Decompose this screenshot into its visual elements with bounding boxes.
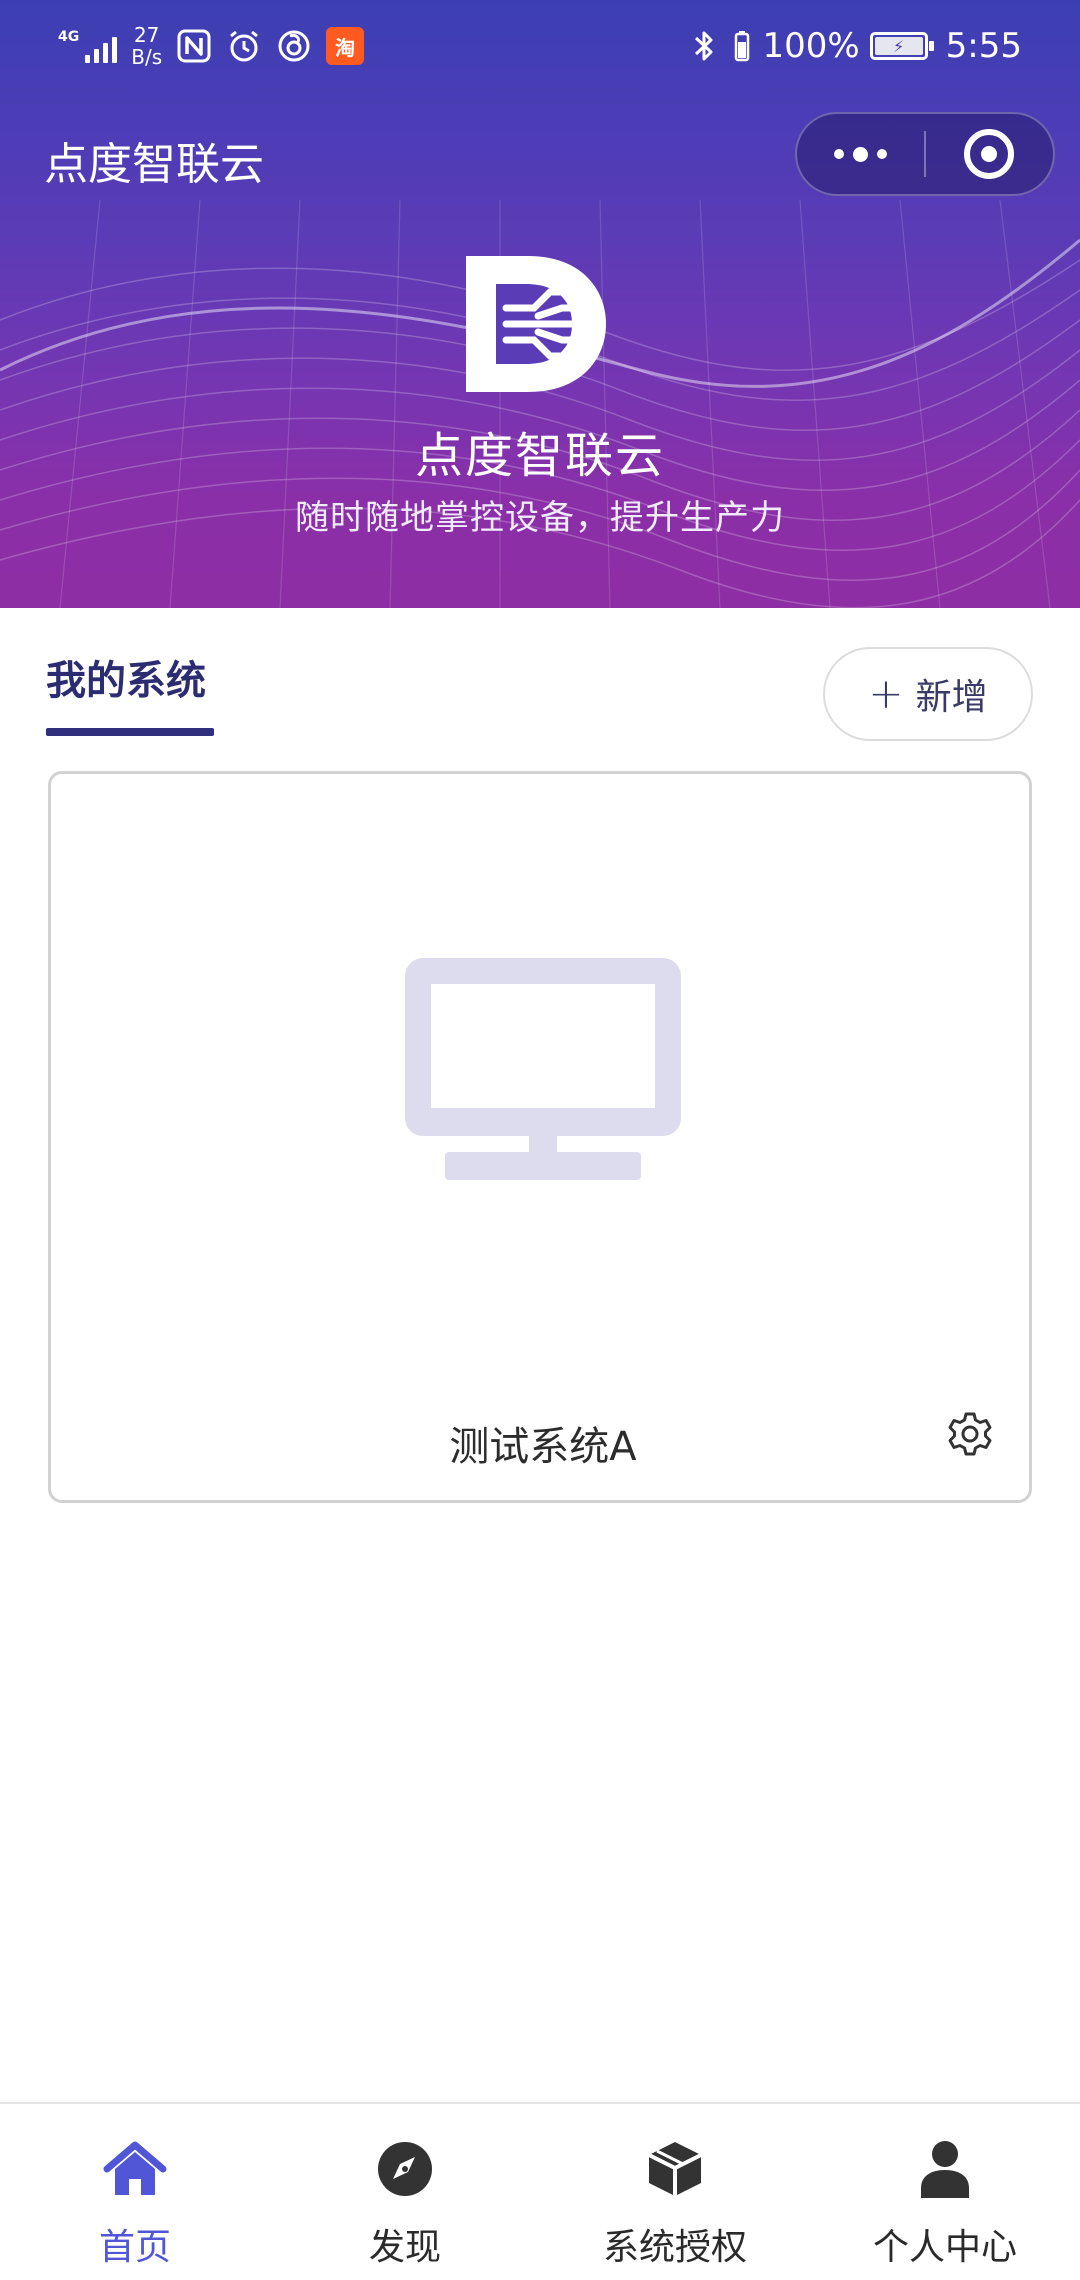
status-bar: 4G 27 B/s 淘 100% ⚡ 5:55 <box>0 0 1080 92</box>
tab-home[interactable]: 首页 <box>0 2104 270 2280</box>
header-banner: 4G 27 B/s 淘 100% ⚡ 5:55 点度智联云 点度智联云 随时随地… <box>0 0 1080 608</box>
battery-charging-icon: ⚡ <box>869 32 934 60</box>
more-dots-icon <box>834 146 887 162</box>
monitor-icon <box>405 958 681 1180</box>
section-title-underline <box>46 728 214 736</box>
mini-program-capsule <box>795 112 1055 196</box>
tab-home-label: 首页 <box>98 2227 171 2268</box>
taobao-icon-label: 淘 <box>335 35 356 60</box>
bottom-tab-bar: 首页 发现 系统授权 个人中心 <box>0 2102 1080 2280</box>
battery-saver-icon <box>732 28 752 64</box>
target-icon <box>964 129 1015 179</box>
tab-discover[interactable]: 发现 <box>270 2104 540 2280</box>
system-name: 测试系统A <box>449 1424 637 1470</box>
tab-discover-label: 发现 <box>368 2227 441 2268</box>
tab-authorization-label: 系统授权 <box>602 2227 747 2268</box>
add-system-label: 新增 <box>915 677 988 718</box>
hero-title: 点度智联云 <box>414 428 665 484</box>
box-icon <box>642 2138 708 2200</box>
network-speed-value: 27 <box>133 23 160 47</box>
tab-authorization[interactable]: 系统授权 <box>540 2104 810 2280</box>
hero-subtitle: 随时随地掌控设备，提升生产力 <box>295 498 785 538</box>
alarm-icon <box>226 28 262 64</box>
app-logo-icon <box>466 256 606 392</box>
tab-profile-label: 个人中心 <box>872 2227 1017 2268</box>
system-card[interactable]: 测试系统A <box>48 771 1032 1503</box>
close-mini-program-button[interactable] <box>926 112 1053 196</box>
compass-icon <box>372 2138 438 2200</box>
network-speed: 27 B/s <box>131 24 162 68</box>
section-title: 我的系统 <box>46 658 206 704</box>
more-options-button[interactable] <box>797 112 924 196</box>
person-icon <box>912 2138 978 2200</box>
taobao-app-icon: 淘 <box>326 27 365 65</box>
tab-profile[interactable]: 个人中心 <box>810 2104 1080 2280</box>
nav-title: 点度智联云 <box>44 139 264 190</box>
music-app-icon <box>276 28 312 64</box>
plus-icon: + <box>868 669 904 718</box>
gear-icon[interactable] <box>946 1410 994 1458</box>
battery-percentage: 100% <box>762 26 860 66</box>
add-system-button[interactable]: + 新增 <box>823 647 1033 741</box>
bluetooth-icon <box>686 28 722 64</box>
nfc-icon <box>176 28 212 64</box>
network-speed-unit: B/s <box>131 45 163 69</box>
network-type-label: 4G <box>58 29 80 45</box>
signal-strength-icon: 4G <box>58 29 118 63</box>
status-time: 5:55 <box>945 26 1022 66</box>
home-icon <box>102 2138 168 2200</box>
